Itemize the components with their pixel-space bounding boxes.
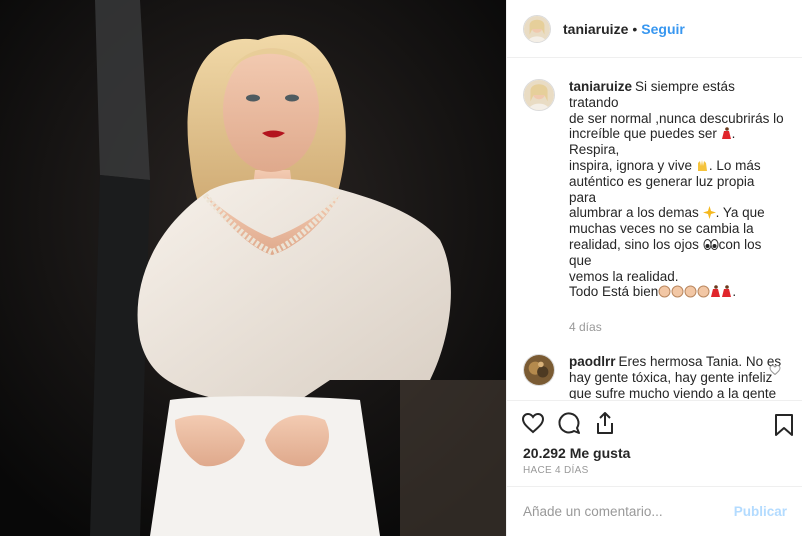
action-icons-bar [521,411,629,439]
caption-username[interactable]: taniaruize [569,79,632,94]
raised-hands-emoji-icon [697,159,707,171]
comments-list[interactable]: taniaruize Si siempre estás tratando de s… [507,59,802,399]
comment-text: paodlrr Eres hermosa Tania. No es hay gen… [569,354,785,399]
caption-line: auténtico es generar luz propia para [569,173,755,205]
caption-line: muchas veces no se cambia la [569,221,754,237]
caption-line: inspira, ignora y vive [569,157,693,173]
caption-line: de ser normal ,nunca descubrirás lo [569,110,784,126]
caption-time[interactable]: 4 días [569,320,787,334]
post-header: taniaruize • Seguir [507,0,802,58]
comment-input[interactable] [523,504,734,519]
heart-icon[interactable] [521,411,545,435]
commenter-username[interactable]: paodlrr [569,354,616,369]
sparkle-emoji-icon [702,206,716,220]
publish-button[interactable]: Publicar [734,504,787,519]
clap-emoji-icon [697,285,710,298]
post-details-panel: taniaruize • Seguir taniaruize Si siempre… [506,0,802,536]
caption-line: . Lo más [708,157,761,173]
bookmark-icon[interactable] [773,413,795,437]
author-avatar[interactable] [523,14,551,43]
caption-line: realidad, sino los ojos [569,236,699,252]
caption-text: taniaruize Si siempre estás tratando de s… [569,79,784,300]
add-comment-bar: Publicar [507,486,802,536]
dancer-emoji-icon [711,285,721,298]
like-comment-heart-icon[interactable] [769,364,781,376]
caption-line: Respira, [569,142,620,158]
caption-line: Todo Está bien [569,284,659,300]
caption-line: . [732,284,737,300]
comment-item: paodlrr Eres hermosa Tania. No es hay gen… [523,354,787,399]
clap-emoji-icon [671,285,684,298]
eyes-emoji-icon [703,238,719,250]
dancer-emoji-icon [722,285,732,298]
caption-avatar[interactable] [523,79,555,111]
share-icon[interactable] [593,411,617,435]
commenter-avatar[interactable] [523,354,555,387]
clap-emoji-icon [684,285,697,298]
header-separator: • [632,20,638,37]
clap-emoji-icon [658,285,671,298]
post-photo[interactable] [0,0,506,536]
follow-button[interactable]: Seguir [641,21,685,37]
caption-line: vemos la realidad. [569,268,679,284]
caption-comment: taniaruize Si siempre estás tratando de s… [523,79,787,300]
author-username[interactable]: taniaruize [563,21,628,37]
caption-line: . Ya que [715,205,765,221]
likes-count[interactable]: 20.292 Me gusta [523,445,630,461]
caption-line: alumbrar a los demas [569,205,699,221]
dancer-emoji-icon [721,127,731,140]
caption-line: increíble que puedes ser [569,126,717,142]
comment-icon[interactable] [557,411,581,435]
post-date[interactable]: HACE 4 DÍAS [523,465,589,476]
